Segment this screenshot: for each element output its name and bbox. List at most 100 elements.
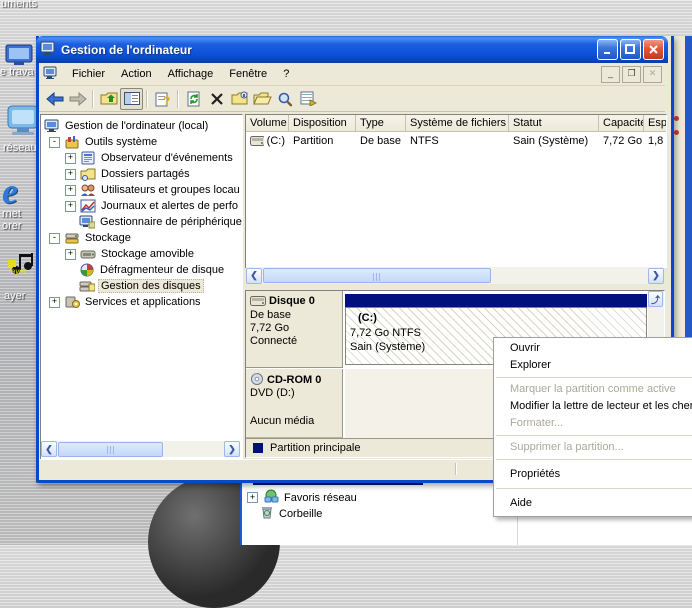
export-list-icon[interactable] — [297, 88, 320, 110]
menu-fichier[interactable]: Fichier — [64, 65, 113, 83]
tree-item-utilisateurs[interactable]: + Utilisateurs et groupes locau — [65, 182, 242, 198]
toolbar-separator — [92, 90, 94, 108]
open-folder-icon[interactable] — [251, 88, 274, 110]
tree-label[interactable]: Observateur d'événements — [99, 152, 235, 164]
tree-item-stockage-amovible[interactable]: + Stockage amovible — [65, 246, 196, 262]
delete-icon[interactable] — [205, 88, 228, 110]
tree-label[interactable]: Gestionnaire de périphérique — [98, 216, 243, 228]
back-icon[interactable] — [43, 88, 66, 110]
column-header-esp[interactable]: Esp — [644, 115, 666, 132]
bg-tree-item-network[interactable]: + Favoris réseau — [247, 489, 357, 506]
menu-affichage[interactable]: Affichage — [160, 65, 222, 83]
recycle-bin-icon — [260, 505, 274, 522]
tree-item-dossiers-partages[interactable]: + Dossiers partagés — [65, 166, 192, 182]
collapse-icon[interactable]: - — [49, 233, 60, 244]
menu-fenetre[interactable]: Fenêtre — [221, 65, 275, 83]
collapse-icon[interactable]: - — [49, 137, 60, 148]
tree-label[interactable]: Gestion de l'ordinateur (local) — [63, 120, 210, 132]
tree-label[interactable]: Stockage — [83, 232, 133, 244]
mdi-restore-button[interactable]: ❐ — [622, 66, 641, 83]
expand-icon[interactable]: + — [65, 169, 76, 180]
menu-action[interactable]: Action — [113, 65, 160, 83]
tree-label[interactable]: Services et applications — [83, 296, 203, 308]
media-player-icon[interactable]: layer — [6, 250, 36, 281]
internet-explorer-icon[interactable]: e — [2, 170, 18, 212]
network-places-icon[interactable] — [4, 104, 40, 143]
column-header-capacite[interactable]: Capacité — [599, 115, 644, 132]
expand-icon[interactable]: + — [65, 185, 76, 196]
tree-label-selected[interactable]: Gestion des disques — [98, 279, 204, 293]
tree-item-outils-systeme[interactable]: - Outils système — [49, 134, 159, 150]
menu-item-marquer-active[interactable]: Marquer la partition comme active — [494, 381, 692, 398]
find-icon[interactable] — [274, 88, 297, 110]
menu-item-formater[interactable]: Formater... — [494, 415, 692, 432]
volume-row-c[interactable]: (C:) Partition De base NTFS Sain (Systèm… — [246, 132, 666, 149]
up-one-level-icon[interactable] — [97, 88, 120, 110]
tree-item-gestionnaire[interactable]: Gestionnaire de périphérique — [79, 214, 243, 230]
my-computer-icon[interactable] — [2, 44, 36, 71]
tree-horizontal-scrollbar[interactable]: ❮ ❯ — [41, 441, 240, 457]
scrollbar-thumb[interactable] — [58, 442, 163, 457]
expand-icon[interactable]: + — [65, 201, 76, 212]
menu-item-aide[interactable]: Aide — [494, 492, 692, 514]
scroll-left-icon[interactable]: ❮ — [41, 441, 57, 457]
tree-label[interactable]: Défragmenteur de disque — [98, 264, 226, 276]
tree-item-stockage[interactable]: - Stockage — [49, 230, 133, 246]
tree-item-defragmenteur[interactable]: Défragmenteur de disque — [79, 262, 226, 278]
show-hide-console-tree-icon[interactable] — [120, 88, 143, 110]
maximize-button[interactable] — [620, 39, 641, 60]
tree-item-observateur[interactable]: + Observateur d'événements — [65, 150, 235, 166]
properties-icon[interactable] — [228, 88, 251, 110]
disk0-info[interactable]: Disque 0 De base 7,72 Go Connecté — [246, 291, 343, 368]
tree-label[interactable]: Outils système — [83, 136, 159, 148]
menu-item-proprietes[interactable]: Propriétés — [494, 463, 692, 485]
defragmenter-icon — [79, 263, 95, 277]
scroll-left-icon[interactable]: ❮ — [246, 268, 262, 284]
media-player-label[interactable]: ayer — [4, 290, 25, 302]
column-header-statut[interactable]: Statut — [509, 115, 599, 132]
column-header-disposition[interactable]: Disposition — [289, 115, 356, 132]
bg-tree-item-recycle[interactable]: Corbeille — [260, 505, 322, 522]
volume-horizontal-scrollbar[interactable]: ❮ ❯ — [246, 267, 664, 284]
menu-item-ouvrir[interactable]: Ouvrir — [494, 340, 692, 357]
menu-item-supprimer[interactable]: Supprimer la partition... — [494, 439, 692, 456]
expand-icon[interactable]: + — [49, 297, 60, 308]
tree-label[interactable]: Dossiers partagés — [99, 168, 192, 180]
menu-item-explorer[interactable]: Explorer — [494, 357, 692, 374]
title-bar[interactable]: Gestion de l'ordinateur — [36, 36, 668, 63]
column-header-volume[interactable]: Volume — [246, 115, 289, 132]
mdi-minimize-button[interactable]: _ — [601, 66, 620, 83]
scroll-right-icon[interactable]: ❯ — [648, 268, 664, 284]
network-places-label[interactable]: réseau — [3, 142, 37, 154]
legend-swatch-primary-partition — [253, 443, 263, 453]
shared-folders-icon — [80, 167, 96, 181]
cdrom-info[interactable]: CD-ROM 0 DVD (D:) Aucun média — [246, 369, 343, 438]
internet-explorer-label-2[interactable]: orer — [2, 220, 22, 232]
bg-tree-label[interactable]: Corbeille — [279, 508, 322, 520]
refresh-icon[interactable] — [182, 88, 205, 110]
forward-icon[interactable] — [66, 88, 89, 110]
expand-icon[interactable]: + — [247, 492, 258, 503]
tree-item-services[interactable]: + Services et applications — [49, 294, 203, 310]
mdi-close-button[interactable]: ✕ — [643, 66, 662, 83]
menu-help[interactable]: ? — [275, 65, 297, 83]
scroll-right-icon[interactable]: ❯ — [224, 441, 240, 457]
partition-name: (C:) — [358, 312, 646, 324]
tree-label[interactable]: Journaux et alertes de perfo — [99, 200, 240, 212]
scroll-up-icon[interactable]: ⤴ — [648, 291, 663, 307]
menu-item-modifier-lettre[interactable]: Modifier la lettre de lecteur et les che… — [494, 398, 692, 415]
tree-item-root[interactable]: Gestion de l'ordinateur (local) — [44, 118, 210, 134]
expand-icon[interactable]: + — [65, 249, 76, 260]
expand-icon[interactable]: + — [65, 153, 76, 164]
tree-item-gestion-des-disques[interactable]: Gestion des disques — [79, 278, 204, 294]
column-header-type[interactable]: Type — [356, 115, 406, 132]
scrollbar-thumb[interactable] — [263, 268, 491, 283]
help-icon[interactable]: ? — [151, 88, 174, 110]
tree-label[interactable]: Utilisateurs et groupes locau — [99, 184, 242, 196]
close-button[interactable] — [643, 39, 664, 60]
tree-item-journaux[interactable]: + Journaux et alertes de perfo — [65, 198, 240, 214]
column-header-fs[interactable]: Système de fichiers — [406, 115, 509, 132]
bg-tree-label[interactable]: Favoris réseau — [284, 492, 357, 504]
tree-label[interactable]: Stockage amovible — [99, 248, 196, 260]
minimize-button[interactable] — [597, 39, 618, 60]
